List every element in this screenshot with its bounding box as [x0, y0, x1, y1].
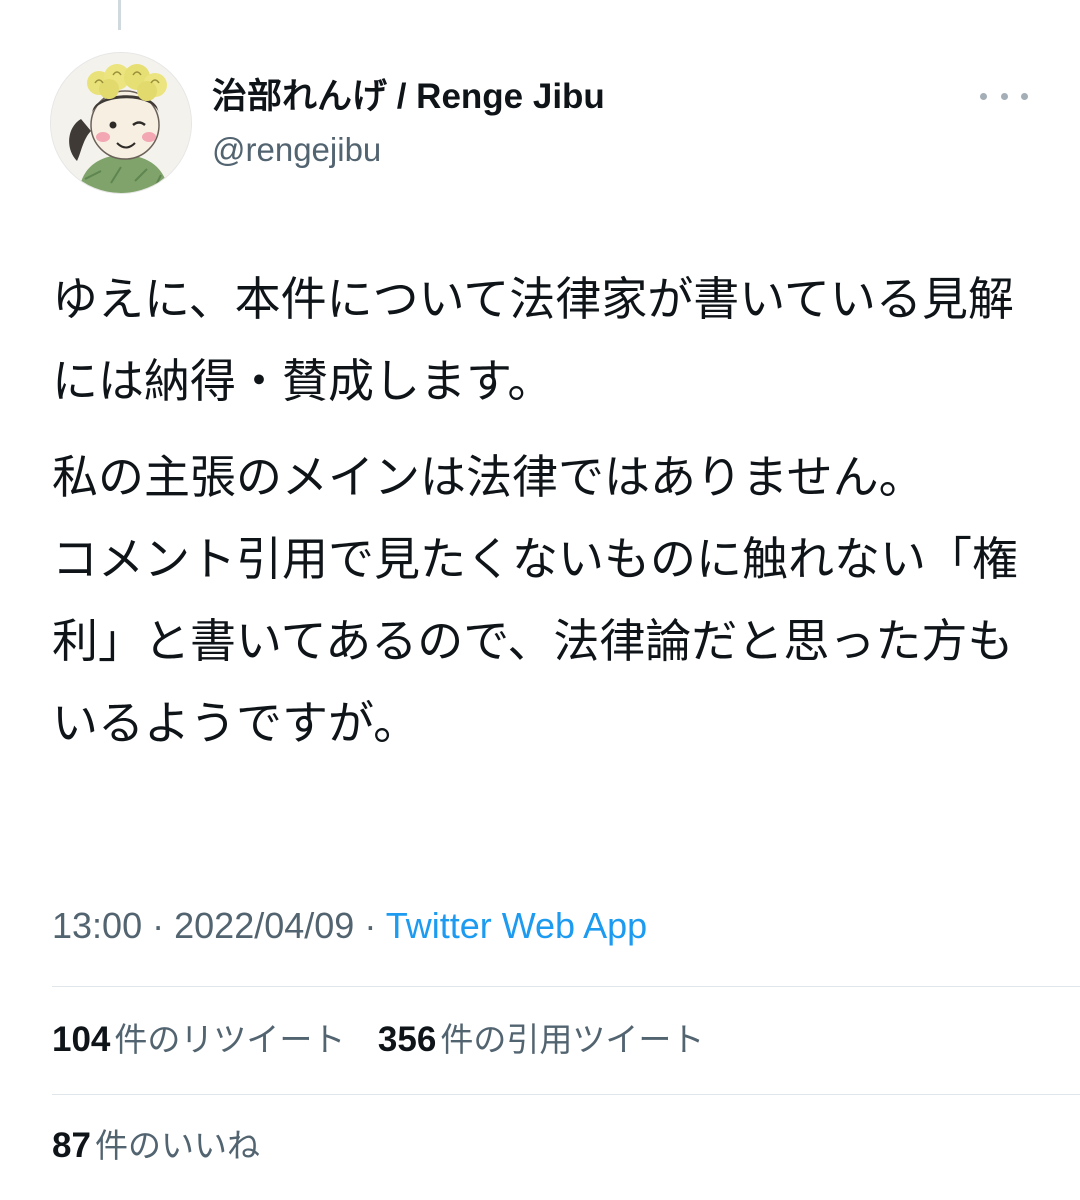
divider: [52, 986, 1080, 987]
thread-connector-line: [118, 0, 121, 30]
divider: [52, 1094, 1080, 1095]
likes-stat[interactable]: 87 件のいいね: [52, 1121, 260, 1171]
quote-count: 356: [377, 1020, 437, 1059]
tweet-source-link[interactable]: Twitter Web App: [386, 905, 647, 946]
tweet-date[interactable]: 2022/04/09: [174, 905, 354, 946]
meta-separator: ·: [364, 905, 377, 946]
likes-stats: 87 件のいいね: [52, 1121, 282, 1171]
tweet-body: ゆえに、本件について法律家が書いている見解には納得・賛成します。 私の主張のメイ…: [52, 258, 1042, 764]
tweet-paragraph: ゆえに、本件について法律家が書いている見解には納得・賛成します。: [52, 272, 1014, 408]
retweet-label: 件のリツイート: [114, 1020, 346, 1059]
avatar[interactable]: [50, 52, 192, 194]
display-name[interactable]: 治部れんげ / Renge Jibu: [212, 74, 605, 120]
more-options-button[interactable]: [980, 80, 1028, 112]
like-label: 件のいいね: [94, 1126, 260, 1165]
like-count: 87: [52, 1126, 91, 1165]
more-horizontal-icon: [980, 92, 987, 100]
retweet-count: 104: [52, 1020, 111, 1059]
quote-tweets-stat[interactable]: 356 件の引用ツイート: [378, 1015, 704, 1065]
quote-label: 件の引用ツイート: [440, 1020, 705, 1059]
more-horizontal-icon-dot: [1021, 92, 1028, 100]
tweet-time[interactable]: 13:00: [52, 905, 142, 946]
tweet-author[interactable]: 治部れんげ / Renge Jibu @rengejibu: [212, 74, 605, 172]
engagement-stats: 104 件のリツイート 356 件の引用ツイート: [52, 1015, 726, 1065]
retweets-stat[interactable]: 104 件のリツイート: [52, 1015, 345, 1065]
avatar-illustration: [51, 53, 191, 193]
tweet-paragraph: 私の主張のメインは法律ではありません。 コメント引用で見たくないものに触れない「…: [52, 450, 1018, 750]
more-horizontal-icon-dot: [1000, 92, 1008, 100]
tweet-metadata: 13:00 · 2022/04/09 · Twitter Web App: [52, 900, 647, 952]
meta-separator: ·: [152, 905, 165, 946]
user-handle[interactable]: @rengejibu: [212, 128, 605, 172]
